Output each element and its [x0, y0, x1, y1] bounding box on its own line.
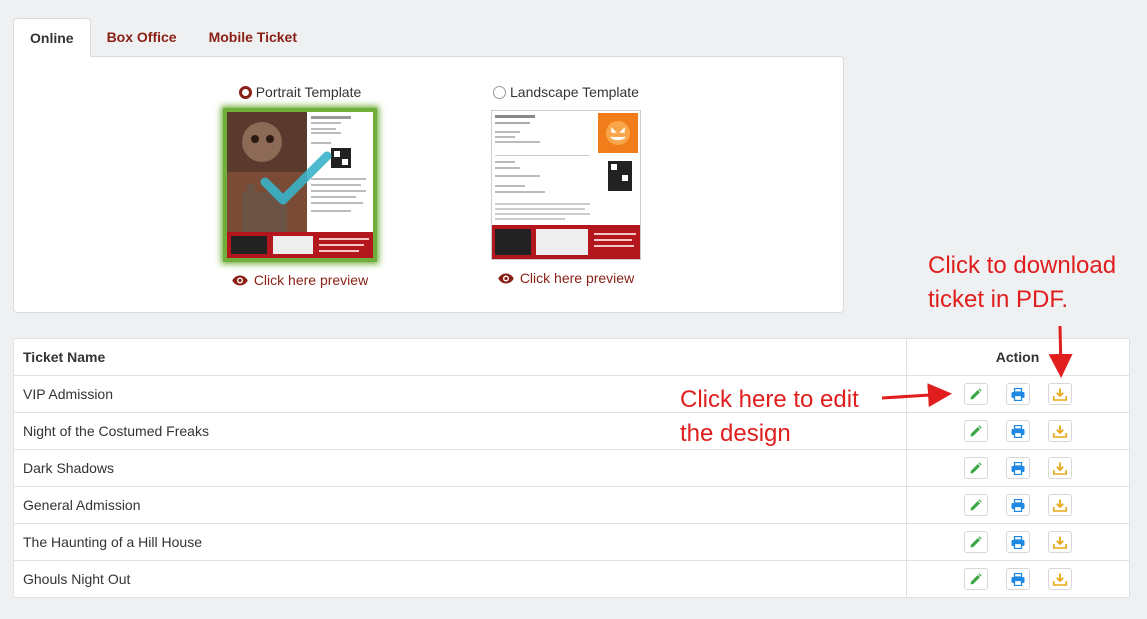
portrait-preview-link[interactable]: Click here preview — [210, 272, 390, 288]
download-pdf-button[interactable] — [1047, 383, 1072, 405]
landscape-template: Landscape Template Click here preview — [476, 83, 656, 286]
annotation-edit-design: Click here to edit the design — [680, 383, 859, 451]
edit-button[interactable] — [963, 568, 988, 590]
pencil-icon — [969, 461, 982, 475]
edit-button[interactable] — [963, 420, 988, 442]
print-icon — [1011, 498, 1025, 512]
download-pdf-button[interactable] — [1047, 420, 1072, 442]
ticket-name-cell: General Admission — [13, 486, 907, 524]
landscape-radio[interactable] — [493, 85, 507, 99]
landscape-ticket-image — [492, 111, 640, 259]
tab-online[interactable]: Online — [13, 18, 91, 57]
ticket-actions-cell — [906, 375, 1130, 413]
portrait-template: Portrait Template Click here preview — [210, 83, 390, 288]
ticket-actions-cell — [906, 486, 1130, 524]
ticket-actions-cell — [906, 560, 1130, 598]
pencil-icon — [969, 535, 982, 549]
annotation-line: the design — [680, 420, 791, 447]
edit-button[interactable] — [963, 494, 988, 516]
download-icon — [1052, 388, 1067, 401]
portrait-template-option[interactable]: Portrait Template — [210, 83, 390, 101]
ticket-name-cell: The Haunting of a Hill House — [13, 523, 907, 561]
table-row: Ghouls Night Out — [13, 560, 1130, 598]
tickets-table-body: VIP Admission Night of the Costumed Freak… — [13, 375, 1130, 598]
print-button[interactable] — [1005, 494, 1030, 516]
table-row: VIP Admission — [13, 375, 1130, 413]
portrait-ticket-image — [227, 112, 373, 258]
landscape-preview-link[interactable]: Click here preview — [476, 270, 656, 286]
pencil-icon — [969, 572, 982, 586]
landscape-template-option[interactable]: Landscape Template — [476, 83, 656, 101]
eye-icon — [232, 275, 248, 285]
annotation-line: Click here to edit — [680, 386, 859, 413]
download-icon — [1052, 425, 1067, 438]
ticket-name-header: Ticket Name — [13, 338, 907, 376]
download-icon — [1052, 536, 1067, 549]
table-row: The Haunting of a Hill House — [13, 523, 1130, 561]
download-pdf-button[interactable] — [1047, 457, 1072, 479]
table-row: Night of the Costumed Freaks — [13, 412, 1130, 450]
annotation-download-pdf: Click to download ticket in PDF. — [928, 249, 1116, 317]
landscape-template-label: Landscape Template — [510, 84, 639, 100]
download-pdf-button[interactable] — [1047, 494, 1072, 516]
ticket-name-cell: Ghouls Night Out — [13, 560, 907, 598]
table-row: General Admission — [13, 486, 1130, 524]
download-pdf-button[interactable] — [1047, 568, 1072, 590]
ticket-actions-cell — [906, 449, 1130, 487]
portrait-template-label: Portrait Template — [255, 84, 362, 100]
edit-button[interactable] — [963, 383, 988, 405]
template-panel: Portrait Template Click here preview Lan… — [13, 56, 844, 313]
landscape-preview-label: Click here preview — [519, 270, 635, 286]
download-icon — [1052, 462, 1067, 475]
print-button[interactable] — [1005, 383, 1030, 405]
tab-bar: Online Box Office Mobile Ticket — [13, 18, 313, 57]
print-icon — [1011, 535, 1025, 549]
download-icon — [1052, 573, 1067, 586]
table-header-row: Ticket Name Action — [13, 338, 1130, 376]
download-icon — [1052, 499, 1067, 512]
table-row: Dark Shadows — [13, 449, 1130, 487]
action-header: Action — [906, 338, 1130, 376]
ticket-actions-cell — [906, 523, 1130, 561]
landscape-template-thumbnail[interactable] — [491, 110, 641, 260]
annotation-line: Click to download — [928, 252, 1117, 279]
print-icon — [1011, 461, 1025, 475]
print-icon — [1011, 387, 1025, 401]
print-button[interactable] — [1005, 457, 1030, 479]
edit-button[interactable] — [963, 531, 988, 553]
print-button[interactable] — [1005, 420, 1030, 442]
print-icon — [1011, 572, 1025, 586]
tab-mobile-ticket[interactable]: Mobile Ticket — [193, 18, 313, 56]
pencil-icon — [969, 498, 982, 512]
ticket-name-cell: Dark Shadows — [13, 449, 907, 487]
print-button[interactable] — [1005, 531, 1030, 553]
portrait-preview-label: Click here preview — [253, 272, 369, 288]
pencil-icon — [969, 424, 982, 438]
eye-icon — [498, 273, 514, 283]
portrait-radio[interactable] — [238, 85, 252, 99]
tickets-table: Ticket Name Action VIP Admission Night of… — [13, 338, 1130, 598]
annotation-line: ticket in PDF. — [928, 286, 1069, 313]
print-icon — [1011, 424, 1025, 438]
print-button[interactable] — [1005, 568, 1030, 590]
portrait-template-thumbnail[interactable] — [223, 108, 377, 262]
tab-box-office[interactable]: Box Office — [91, 18, 193, 56]
download-pdf-button[interactable] — [1047, 531, 1072, 553]
edit-button[interactable] — [963, 457, 988, 479]
ticket-actions-cell — [906, 412, 1130, 450]
pencil-icon — [969, 387, 982, 401]
